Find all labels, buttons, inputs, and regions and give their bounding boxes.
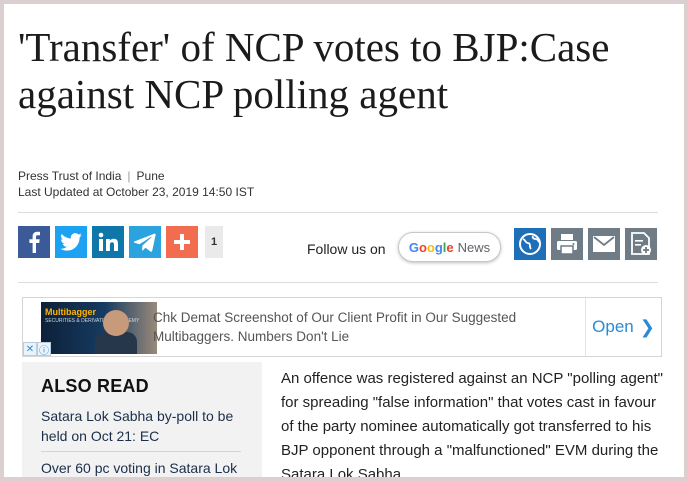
twitter-icon	[60, 233, 82, 251]
google-letter: o	[418, 239, 427, 255]
linkedin-icon	[98, 232, 118, 251]
article-headline: 'Transfer' of NCP votes to BJP:Case agai…	[18, 24, 610, 117]
more-share-button[interactable]	[166, 226, 198, 258]
translate-button[interactable]	[514, 228, 546, 260]
print-icon	[557, 234, 577, 255]
google-wordmark: Google	[409, 240, 454, 255]
telegram-share-button[interactable]	[129, 226, 161, 258]
google-letter: g	[434, 239, 443, 255]
print-button[interactable]	[551, 228, 583, 260]
facebook-icon	[29, 231, 40, 253]
google-letter: o	[426, 239, 435, 255]
close-icon[interactable]: ✕	[23, 342, 37, 356]
page-frame: 'Transfer' of NCP votes to BJP:Case agai…	[0, 0, 688, 481]
linkedin-share-button[interactable]	[92, 226, 124, 258]
chevron-right-icon: ❯	[639, 316, 655, 337]
email-icon	[593, 236, 615, 252]
share-bar: 1	[18, 226, 223, 258]
ad-open-button[interactable]: Open ❯	[585, 298, 661, 356]
also-read-item[interactable]: Over 60 pc voting in Satara Lok Sabha by…	[41, 458, 241, 477]
article-source[interactable]: Press Trust of India	[18, 169, 121, 183]
sponsored-ad[interactable]: Multibagger SECURITIES & DERIVATIVES ACA…	[22, 297, 662, 357]
ad-open-label: Open	[592, 317, 634, 336]
facebook-share-button[interactable]	[18, 226, 50, 258]
translate-globe-icon	[519, 233, 541, 255]
article-updated: Last Updated at October 23, 2019 14:50 I…	[18, 185, 255, 199]
ad-text[interactable]: Chk Demat Screenshot of Our Client Profi…	[153, 308, 593, 346]
article-body: An offence was registered against an NCP…	[281, 370, 664, 481]
article-location: Pune	[136, 169, 165, 183]
divider	[18, 212, 658, 213]
ad-choices: ✕ ⓘ	[23, 342, 51, 357]
add-note-icon	[631, 232, 651, 255]
divider	[18, 282, 658, 283]
google-letter: G	[408, 239, 419, 255]
add-note-button[interactable]	[625, 228, 657, 260]
ad-brand: Multibagger	[45, 307, 96, 317]
ad-image: Multibagger SECURITIES & DERIVATIVES ACA…	[41, 302, 157, 354]
share-count: 1	[205, 226, 223, 258]
divider	[41, 451, 241, 452]
google-news-button[interactable]: Google News	[398, 232, 501, 262]
meta-separator: |	[127, 169, 131, 183]
twitter-share-button[interactable]	[55, 226, 87, 258]
plus-icon	[174, 234, 190, 250]
article-meta: Press Trust of India | Pune Last Updated a…	[18, 168, 254, 200]
telegram-icon	[134, 233, 156, 252]
follow-us-label: Follow us on	[307, 241, 386, 257]
ad-person-head	[103, 310, 129, 336]
google-letter: e	[446, 239, 454, 255]
email-button[interactable]	[588, 228, 620, 260]
also-read-item[interactable]: Satara Lok Sabha by-poll to be held on O…	[41, 406, 241, 446]
news-label: News	[457, 239, 491, 255]
article-tools	[514, 228, 662, 260]
info-icon[interactable]: ⓘ	[37, 342, 51, 357]
also-read-box: ALSO READ Satara Lok Sabha by-poll to be…	[22, 362, 262, 477]
also-read-title: ALSO READ	[41, 376, 149, 396]
